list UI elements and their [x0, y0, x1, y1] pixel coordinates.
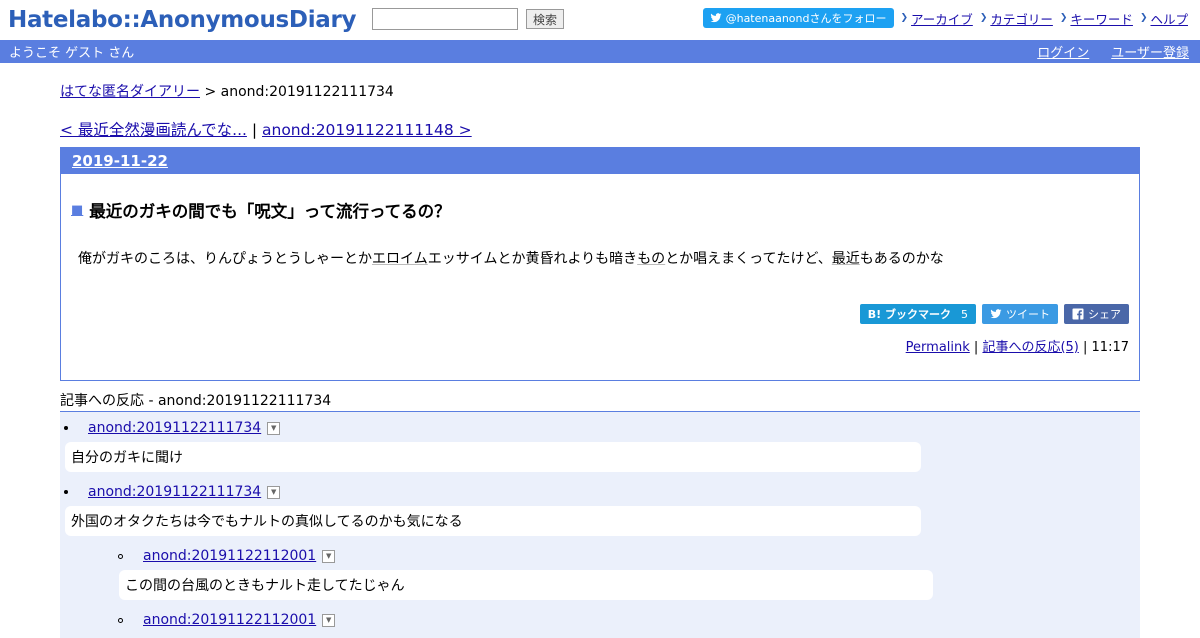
- top-bar: Hatelabo::AnonymousDiary 検索 @hatenaanond…: [0, 0, 1200, 40]
- bullet-icon: [64, 490, 68, 494]
- tweet-label: ツイート: [1006, 308, 1050, 321]
- search-input[interactable]: [372, 8, 518, 30]
- list-item: anond:20191122111734 ▼ 外国のオタクたちは今でもナルトの真似…: [60, 482, 1140, 536]
- reaction-text: 自分のガキに聞け: [65, 442, 921, 472]
- nav-archive-link[interactable]: アーカイブ: [911, 9, 973, 28]
- entry-day-box: 2019-11-22 ■ 最近のガキの間でも「呪文」って流行ってるの？ 俺がガキ…: [60, 147, 1140, 381]
- twitter-bird-icon: [710, 13, 722, 23]
- permalink-link[interactable]: Permalink: [906, 340, 970, 355]
- dropdown-icon[interactable]: ▼: [322, 613, 336, 627]
- bullet-icon: [118, 553, 123, 559]
- footer-separator: |: [969, 340, 983, 355]
- prev-entry-link[interactable]: < 最近全然漫画読んでな...: [60, 121, 247, 139]
- body-text: エッサイムとか黄昏れよりも暗き: [427, 251, 638, 267]
- facebook-share-button[interactable]: シェア: [1064, 304, 1129, 324]
- chevron-right-icon: ❯: [979, 13, 988, 23]
- entry-footer: Permalink | 記事への反応(5) | 11:17: [906, 336, 1129, 355]
- share-buttons: B! ブックマーク 5 ツイート シェア: [859, 304, 1129, 324]
- reaction-link[interactable]: anond:20191122112001: [143, 548, 316, 564]
- reaction-text: この間の台風のときもナルト走してたじゃん: [119, 570, 933, 600]
- nav-keyword-link[interactable]: キーワード: [1070, 9, 1133, 28]
- reactions-heading: 記事への反応 - anond:20191122111734: [60, 392, 1140, 412]
- nav-keyword: ❯ キーワード: [1060, 9, 1133, 28]
- dropdown-icon[interactable]: ▼: [267, 421, 281, 435]
- keyword-link[interactable]: 最近: [832, 251, 860, 267]
- entry-title: ■ 最近のガキの間でも「呪文」って流行ってるの？: [71, 198, 451, 222]
- breadcrumb-home-link[interactable]: はてな匿名ダイアリー: [60, 84, 200, 100]
- day-header: 2019-11-22: [61, 148, 1139, 174]
- entry-title-text: 最近のガキの間でも「呪文」って流行ってるの？: [89, 202, 451, 221]
- entry-permalink-square-icon[interactable]: ■: [71, 203, 83, 218]
- entry-date-link[interactable]: 2019-11-22: [72, 152, 168, 170]
- body-text: 俺がガキのころは、りんぴょうとうしゃーとか: [78, 251, 372, 267]
- account-links: ログイン ユーザー登録: [1037, 42, 1189, 61]
- twitter-follow-button[interactable]: @hatenaanondさんをフォロー: [702, 8, 894, 28]
- prev-next-separator: |: [246, 121, 262, 139]
- hatena-bookmark-button[interactable]: B! ブックマーク 5: [859, 304, 976, 324]
- nav-help: ❯ ヘルプ: [1140, 9, 1188, 28]
- body-text: とか唱えまくってたけど、: [665, 251, 832, 267]
- chevron-right-icon: ❯: [1059, 13, 1068, 23]
- keyword-link[interactable]: もの: [637, 251, 665, 267]
- register-link[interactable]: ユーザー登録: [1111, 42, 1189, 61]
- top-nav: @hatenaanondさんをフォロー ❯ アーカイブ ❯ カテゴリー ❯ キーワード…: [702, 8, 1188, 28]
- dropdown-icon[interactable]: ▼: [267, 485, 281, 499]
- twitter-follow-label: @hatenaanondさんをフォロー: [725, 12, 887, 25]
- prev-next-nav: < 最近全然漫画読んでな... | anond:20191122111148 >: [60, 119, 1140, 141]
- facebook-icon: [1072, 308, 1084, 320]
- chevron-right-icon: ❯: [1139, 13, 1148, 23]
- login-link[interactable]: ログイン: [1037, 42, 1089, 61]
- nav-help-link[interactable]: ヘルプ: [1150, 9, 1188, 28]
- dropdown-icon[interactable]: ▼: [322, 549, 336, 563]
- chevron-right-icon: ❯: [900, 13, 909, 23]
- reactions-count-link[interactable]: 記事への反応(5): [982, 340, 1078, 355]
- reaction-text: 外国のオタクたちは今でもナルトの真似してるのかも気になる: [65, 506, 921, 536]
- entry-time: 11:17: [1091, 340, 1129, 355]
- main-content: はてな匿名ダイアリー > anond:20191122111734 < 最近全然…: [60, 82, 1140, 638]
- bullet-icon: [64, 426, 68, 430]
- search-button[interactable]: 検索: [526, 9, 565, 29]
- entry-body: 俺がガキのころは、りんぴょうとうしゃーとかエロイムエッサイムとか黄昏れよりも暗き…: [78, 248, 944, 268]
- reactions-list: anond:20191122111734 ▼ 自分のガキに聞け anond:201…: [60, 412, 1140, 638]
- breadcrumb-current: > anond:20191122111734: [200, 84, 394, 100]
- list-item: anond:20191122111734 ▼ 自分のガキに聞け: [60, 418, 1140, 472]
- keyword-link[interactable]: エロイム: [372, 251, 428, 267]
- reaction-link[interactable]: anond:20191122112001: [143, 612, 316, 628]
- tweet-button[interactable]: ツイート: [982, 304, 1058, 324]
- nav-archive: ❯ アーカイブ: [901, 9, 973, 28]
- search-form: 検索: [372, 8, 565, 30]
- bookmark-count: 5: [961, 307, 968, 321]
- list-item: anond:20191122112001 ▼ この間の台風のときもナルト走してたじ…: [114, 546, 1140, 600]
- reaction-link[interactable]: anond:20191122111734: [88, 484, 261, 500]
- body-text: もあるのかな: [859, 251, 944, 267]
- welcome-text: ようこそ ゲスト さん: [9, 46, 135, 61]
- nav-category: ❯ カテゴリー: [980, 9, 1053, 28]
- user-bar: ようこそ ゲスト さん ログイン ユーザー登録: [0, 40, 1200, 63]
- reaction-link[interactable]: anond:20191122111734: [88, 420, 261, 436]
- nav-category-link[interactable]: カテゴリー: [990, 9, 1053, 28]
- twitter-bird-icon: [990, 309, 1002, 319]
- hatena-bookmark-label: B! ブックマーク: [867, 308, 951, 321]
- breadcrumb: はてな匿名ダイアリー > anond:20191122111734: [60, 82, 1140, 102]
- next-entry-link[interactable]: anond:20191122111148 >: [262, 121, 472, 139]
- facebook-share-label: シェア: [1088, 308, 1121, 321]
- footer-separator: |: [1078, 340, 1092, 355]
- bullet-icon: [118, 617, 123, 623]
- list-item: anond:20191122112001 ▼: [114, 610, 1140, 630]
- site-logo[interactable]: Hatelabo::AnonymousDiary: [8, 5, 357, 35]
